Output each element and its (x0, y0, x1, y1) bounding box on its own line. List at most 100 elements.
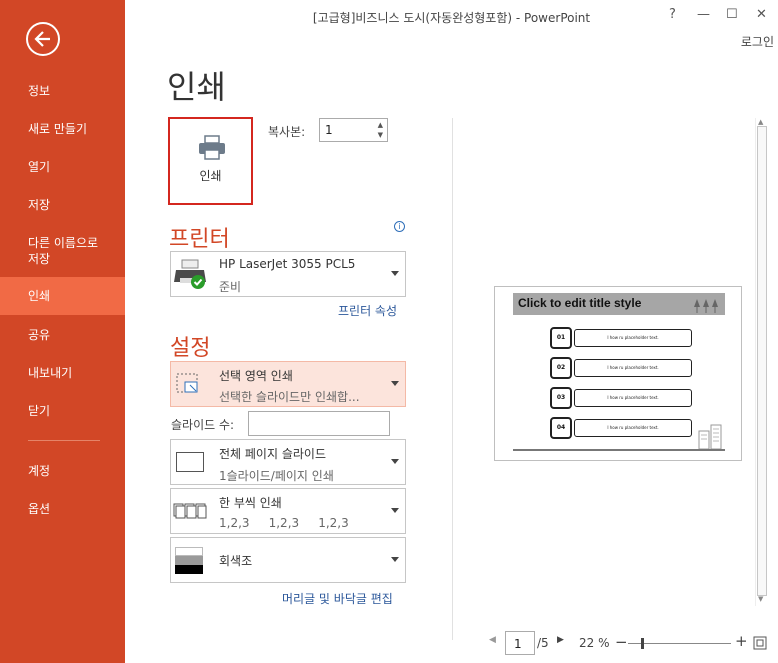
slide-row-text: I how ru placeholder text. (574, 329, 692, 347)
slide-row: 04 I how ru placeholder text. (550, 417, 693, 439)
nav-options[interactable]: 옵션 (0, 501, 125, 517)
print-range-dropdown[interactable]: 선택 영역 인쇄 선택한 슬라이드만 인쇄합... (170, 361, 406, 407)
slide-row-number: 03 (550, 387, 572, 409)
nav-save[interactable]: 저장 (0, 197, 125, 213)
window-title: [고급형]비즈니스 도시(자동완성형포함) - PowerPoint (312, 11, 591, 25)
slide-row: 02 I how ru placeholder text. (550, 357, 693, 379)
nav-share-label: 공유 (28, 328, 51, 342)
maximize-button[interactable]: ☐ (726, 7, 738, 22)
printer-icon (199, 135, 225, 160)
layout-dropdown[interactable]: 전체 페이지 슬라이드 1슬라이드/페이지 인쇄 (170, 439, 406, 485)
nav-save-label: 저장 (28, 198, 51, 212)
nav-print-label: 인쇄 (28, 289, 51, 303)
page-number-input[interactable]: 1 (505, 631, 535, 655)
settings-section-title: 설정 (170, 336, 211, 361)
nav-share[interactable]: 공유 (0, 327, 125, 343)
buildings-icon (698, 424, 722, 449)
printer-section-title: 프린터 (169, 227, 230, 252)
print-range-desc: 선택한 슬라이드만 인쇄합... (219, 390, 360, 404)
collate-desc: 1,2,3 1,2,3 1,2,3 (219, 516, 349, 530)
nav-account[interactable]: 계정 (0, 463, 125, 479)
slide-title: Click to edit title style (518, 296, 642, 310)
nav-export[interactable]: 내보내기 (0, 365, 125, 381)
nav-close-label: 닫기 (28, 404, 51, 418)
nav-close[interactable]: 닫기 (0, 403, 125, 419)
nav-export-label: 내보내기 (28, 366, 73, 380)
nav-print[interactable]: 인쇄 (0, 277, 125, 315)
page-total: /5 (537, 636, 549, 650)
full-page-icon (176, 452, 204, 472)
nav-new-label: 새로 만들기 (28, 122, 88, 136)
help-button[interactable]: ? (669, 7, 676, 22)
printer-device-icon (174, 259, 206, 289)
collate-icon (173, 503, 207, 519)
printer-info-icon[interactable]: i (394, 221, 405, 232)
nav-new[interactable]: 새로 만들기 (0, 121, 125, 137)
slide-title-bar: Click to edit title style (513, 293, 725, 315)
page-current: 1 (514, 637, 522, 651)
fit-to-window-icon[interactable] (753, 636, 767, 650)
printer-dropdown[interactable]: HP LaserJet 3055 PCL5 준비 (170, 251, 406, 297)
slide-row: 01 I how ru placeholder text. (550, 327, 693, 349)
slide-baseline (513, 449, 725, 451)
printer-properties-link[interactable]: 프린터 속성 (338, 302, 397, 319)
slide-row-number: 01 (550, 327, 572, 349)
chevron-down-icon (391, 508, 399, 513)
nav-account-label: 계정 (28, 464, 51, 478)
nav-open[interactable]: 열기 (0, 159, 125, 175)
backstage-sidebar: 정보 새로 만들기 열기 저장 다른 이름으로 저장 인쇄 공유 내보내기 닫기… (0, 0, 125, 663)
next-page-icon[interactable]: ▶ (557, 635, 564, 645)
nav-info-label: 정보 (28, 84, 51, 98)
copies-value: 1 (325, 123, 333, 137)
print-button-label: 인쇄 (199, 169, 222, 183)
zoom-out-icon[interactable]: − (615, 633, 628, 651)
zoom-in-icon[interactable]: + (735, 632, 748, 650)
trees-icon (694, 299, 718, 313)
preview-scrollbar[interactable]: ▲ ▼ (755, 118, 768, 606)
nav-save-as[interactable]: 다른 이름으로 저장 (0, 235, 125, 267)
chevron-down-icon (391, 381, 399, 386)
header-footer-link[interactable]: 머리글 및 바닥글 편집 (282, 590, 393, 607)
spin-down-icon[interactable]: ▼ (378, 131, 383, 139)
slide-preview: Click to edit title style 01 I how ru pl… (494, 286, 742, 461)
scroll-down-icon[interactable]: ▼ (758, 595, 763, 603)
printer-name: HP LaserJet 3055 PCL5 (219, 257, 356, 271)
spin-up-icon[interactable]: ▲ (378, 121, 383, 129)
slide-row-number: 04 (550, 417, 572, 439)
zoom-slider-thumb[interactable] (641, 638, 644, 649)
preview-divider (452, 118, 453, 640)
slide-row-text: I how ru placeholder text. (574, 419, 692, 437)
color-title: 회색조 (219, 554, 253, 568)
close-button[interactable]: ✕ (756, 7, 767, 22)
slides-input[interactable] (248, 411, 390, 436)
page-title: 인쇄 (167, 68, 226, 106)
grayscale-icon (175, 547, 203, 574)
slide-row-number: 02 (550, 357, 572, 379)
chevron-down-icon (391, 271, 399, 276)
zoom-level: 22 % (579, 636, 610, 650)
chevron-down-icon (391, 459, 399, 464)
scroll-up-icon[interactable]: ▲ (758, 118, 763, 126)
color-dropdown[interactable]: 회색조 (170, 537, 406, 583)
copies-label: 복사본: (268, 125, 306, 139)
scroll-thumb[interactable] (757, 126, 767, 596)
selection-icon (176, 373, 198, 393)
slide-row-text: I how ru placeholder text. (574, 359, 692, 377)
back-button[interactable] (26, 22, 60, 56)
chevron-down-icon (391, 557, 399, 562)
login-link[interactable]: 로그인 (741, 33, 774, 50)
print-button[interactable]: 인쇄 (168, 117, 253, 205)
slide-row-text: I how ru placeholder text. (574, 389, 692, 407)
collate-title: 한 부씩 인쇄 (219, 496, 282, 510)
nav-info[interactable]: 정보 (0, 83, 125, 99)
layout-desc: 1슬라이드/페이지 인쇄 (219, 469, 334, 483)
printer-status: 준비 (219, 280, 242, 294)
copies-spinner[interactable]: 1 ▲ ▼ (319, 118, 388, 142)
prev-page-icon[interactable]: ◀ (489, 635, 496, 645)
minimize-button[interactable]: — (697, 7, 710, 22)
nav-save-as-label: 다른 이름으로 저장 (28, 236, 99, 266)
layout-title: 전체 페이지 슬라이드 (219, 447, 326, 461)
print-range-title: 선택 영역 인쇄 (219, 369, 293, 383)
slides-label: 슬라이드 수: (171, 418, 235, 432)
collate-dropdown[interactable]: 한 부씩 인쇄 1,2,3 1,2,3 1,2,3 (170, 488, 406, 534)
